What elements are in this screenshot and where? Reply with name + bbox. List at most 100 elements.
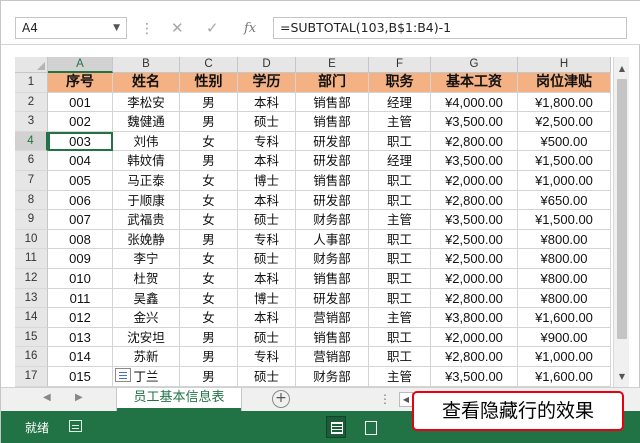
column-header-e[interactable]: E <box>296 57 369 73</box>
cell-d13[interactable]: 博士 <box>238 288 296 309</box>
cell-b12[interactable]: 杜贺 <box>113 268 180 289</box>
cell-g17[interactable]: ¥3,500.00 <box>431 366 518 387</box>
cell-f12[interactable]: 职工 <box>369 268 431 289</box>
cell-d17[interactable]: 硕士 <box>238 366 296 387</box>
cell-b14[interactable]: 金兴 <box>113 308 180 328</box>
cell-e9[interactable]: 财务部 <box>296 210 369 230</box>
row-header-3[interactable]: 3 <box>15 112 48 132</box>
cell-g9[interactable]: ¥3,500.00 <box>431 210 518 230</box>
cell-f14[interactable]: 主管 <box>369 308 431 328</box>
cell-c15[interactable]: 男 <box>180 327 238 348</box>
cell-g14[interactable]: ¥3,800.00 <box>431 308 518 328</box>
cell-d2[interactable]: 本科 <box>238 92 296 113</box>
cell-c13[interactable]: 女 <box>180 288 238 309</box>
cell-a15[interactable]: 013 <box>48 327 113 348</box>
column-title-cell[interactable]: 性别 <box>180 73 238 93</box>
cell-d15[interactable]: 硕士 <box>238 327 296 348</box>
cell-f2[interactable]: 经理 <box>369 92 431 113</box>
cell-a16[interactable]: 014 <box>48 347 113 367</box>
row-header-7[interactable]: 7 <box>15 170 48 191</box>
cell-d4[interactable]: 专科 <box>238 131 296 152</box>
cell-h16[interactable]: ¥1,000.00 <box>518 347 611 367</box>
cell-d7[interactable]: 博士 <box>238 170 296 191</box>
column-header-b[interactable]: B <box>113 57 180 73</box>
cell-c6[interactable]: 男 <box>180 151 238 171</box>
cell-c3[interactable]: 男 <box>180 112 238 132</box>
cell-d9[interactable]: 硕士 <box>238 210 296 230</box>
row-header-16[interactable]: 16 <box>15 347 48 367</box>
cell-a10[interactable]: 008 <box>48 229 113 250</box>
cell-e12[interactable]: 销售部 <box>296 268 369 289</box>
cell-h9[interactable]: ¥1,500.00 <box>518 210 611 230</box>
cell-h11[interactable]: ¥800.00 <box>518 249 611 269</box>
cell-f4[interactable]: 职工 <box>369 131 431 152</box>
column-header-g[interactable]: G <box>431 57 518 73</box>
cell-e17[interactable]: 财务部 <box>296 366 369 387</box>
cell-e14[interactable]: 营销部 <box>296 308 369 328</box>
cell-a9[interactable]: 007 <box>48 210 113 230</box>
cell-e11[interactable]: 财务部 <box>296 249 369 269</box>
column-header-f[interactable]: F <box>369 57 431 73</box>
scroll-down-icon[interactable]: ▼ <box>616 371 628 383</box>
confirm-icon[interactable]: ✓ <box>206 19 219 37</box>
row-header-10[interactable]: 10 <box>15 229 48 250</box>
row-header-4[interactable]: 4 <box>15 131 48 152</box>
cell-h2[interactable]: ¥1,800.00 <box>518 92 611 113</box>
column-header-c[interactable]: C <box>180 57 238 73</box>
cell-b9[interactable]: 武福贵 <box>113 210 180 230</box>
cell-c2[interactable]: 男 <box>180 92 238 113</box>
cell-f3[interactable]: 主管 <box>369 112 431 132</box>
cell-c9[interactable]: 女 <box>180 210 238 230</box>
row-header-13[interactable]: 13 <box>15 288 48 309</box>
cell-a17[interactable]: 015 <box>48 366 113 387</box>
cell-h14[interactable]: ¥1,600.00 <box>518 308 611 328</box>
cell-a13[interactable]: 011 <box>48 288 113 309</box>
cell-h4[interactable]: ¥500.00 <box>518 131 611 152</box>
cell-b6[interactable]: 韩妏倩 <box>113 151 180 171</box>
column-title-cell[interactable]: 序号 <box>48 73 113 93</box>
scroll-left-icon[interactable]: ◀ <box>399 392 413 407</box>
page-layout-view-icon[interactable] <box>361 416 381 438</box>
column-title-cell[interactable]: 职务 <box>369 73 431 93</box>
cell-e4[interactable]: 研发部 <box>296 131 369 152</box>
drag-handle-icon[interactable]: ⋮ <box>140 21 154 37</box>
chevron-down-icon[interactable]: ▼ <box>113 18 120 38</box>
cell-g3[interactable]: ¥3,500.00 <box>431 112 518 132</box>
column-header-d[interactable]: D <box>238 57 296 73</box>
cell-f8[interactable]: 职工 <box>369 190 431 211</box>
cell-g6[interactable]: ¥3,500.00 <box>431 151 518 171</box>
cell-g4[interactable]: ¥2,800.00 <box>431 131 518 152</box>
cell-g16[interactable]: ¥2,800.00 <box>431 347 518 367</box>
row-header-8[interactable]: 8 <box>15 190 48 211</box>
cell-f9[interactable]: 主管 <box>369 210 431 230</box>
normal-view-icon[interactable] <box>326 416 346 438</box>
insert-function-icon[interactable]: fx <box>244 21 256 36</box>
cell-f13[interactable]: 职工 <box>369 288 431 309</box>
column-title-cell[interactable]: 姓名 <box>113 73 180 93</box>
name-box[interactable]: A4 ▼ <box>15 17 127 39</box>
cell-g7[interactable]: ¥2,000.00 <box>431 170 518 191</box>
cell-a7[interactable]: 005 <box>48 170 113 191</box>
cell-a4[interactable]: 003 <box>48 131 113 152</box>
cell-g15[interactable]: ¥2,000.00 <box>431 327 518 348</box>
previous-sheet-icon[interactable]: ◀ <box>43 392 51 403</box>
column-title-cell[interactable]: 部门 <box>296 73 369 93</box>
cell-h12[interactable]: ¥800.00 <box>518 268 611 289</box>
sheet-tab-employee-info[interactable]: 员工基本信息表 <box>117 388 241 411</box>
row-header-14[interactable]: 14 <box>15 308 48 328</box>
cell-f11[interactable]: 职工 <box>369 249 431 269</box>
cell-g13[interactable]: ¥2,800.00 <box>431 288 518 309</box>
cell-d8[interactable]: 本科 <box>238 190 296 211</box>
row-header-11[interactable]: 11 <box>15 249 48 269</box>
cell-b3[interactable]: 魏健通 <box>113 112 180 132</box>
column-title-cell[interactable]: 学历 <box>238 73 296 93</box>
cell-c4[interactable]: 女 <box>180 131 238 152</box>
cell-a2[interactable]: 001 <box>48 92 113 113</box>
cell-c8[interactable]: 女 <box>180 190 238 211</box>
cell-e16[interactable]: 营销部 <box>296 347 369 367</box>
cell-a8[interactable]: 006 <box>48 190 113 211</box>
cell-d12[interactable]: 本科 <box>238 268 296 289</box>
cell-b15[interactable]: 沈安坦 <box>113 327 180 348</box>
cell-d6[interactable]: 本科 <box>238 151 296 171</box>
cell-a11[interactable]: 009 <box>48 249 113 269</box>
